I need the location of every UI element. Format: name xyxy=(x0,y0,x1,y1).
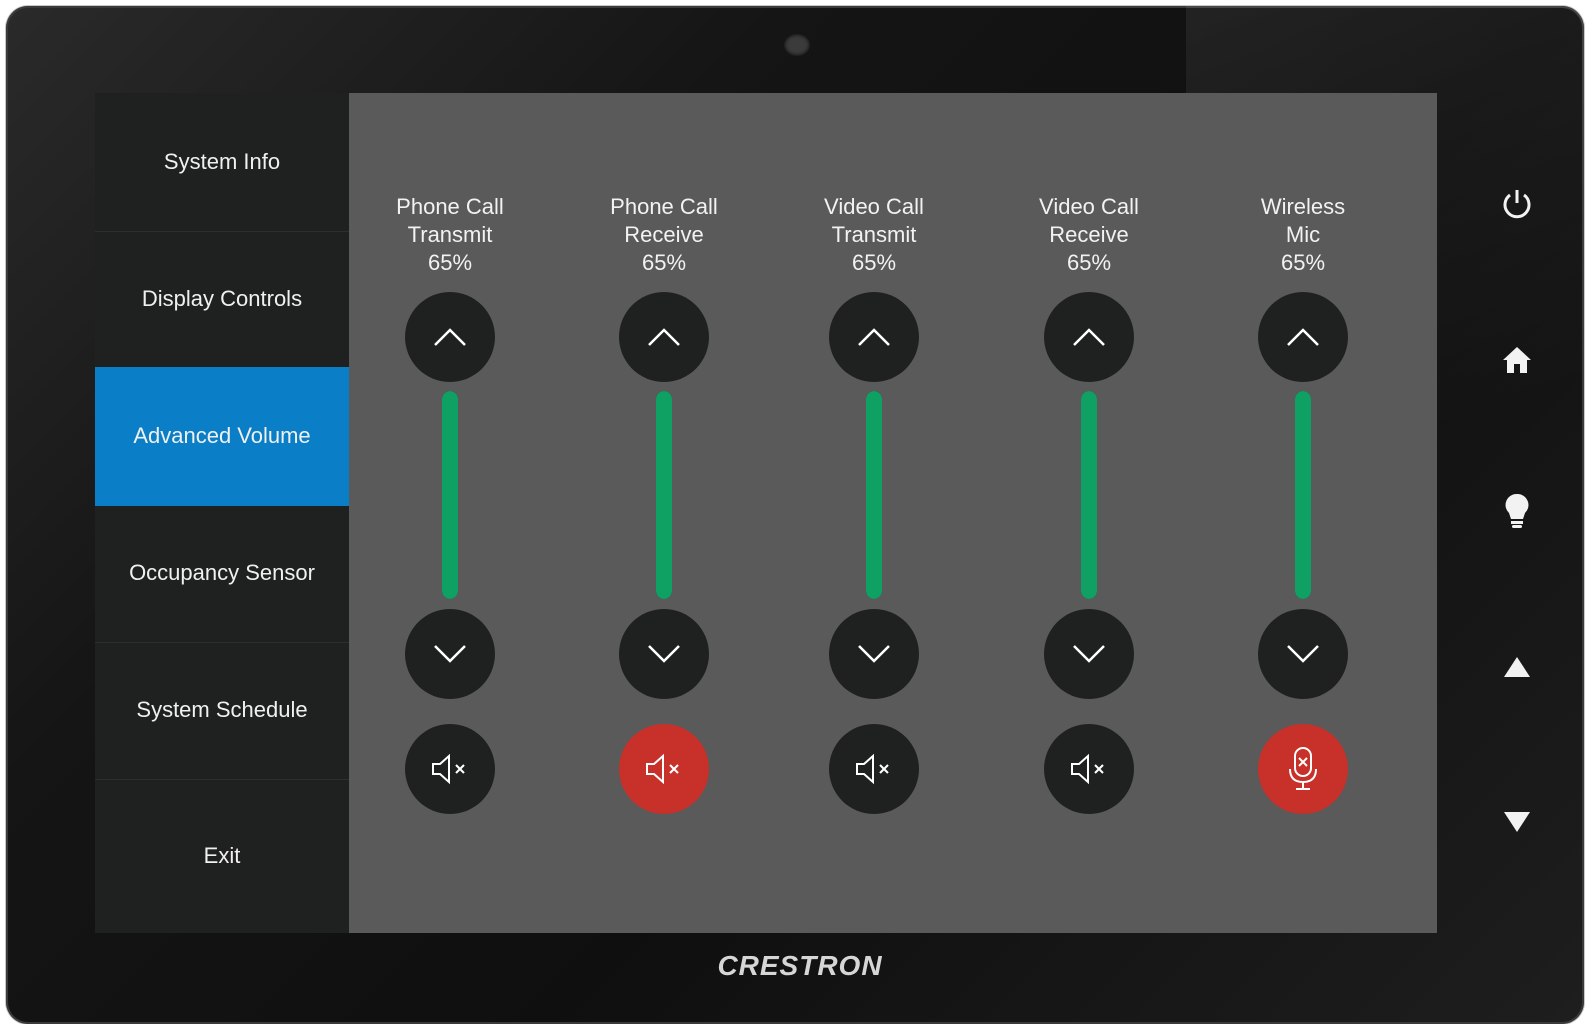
sidebar-nav: System Info Display Controls Advanced Vo… xyxy=(95,93,349,933)
volume-down-button[interactable] xyxy=(405,609,495,699)
chevron-up-icon xyxy=(1287,328,1319,346)
sidebar-item-label: Occupancy Sensor xyxy=(129,560,315,585)
home-icon xyxy=(1503,347,1531,373)
volume-level-bar[interactable] xyxy=(866,391,882,599)
camera-lens xyxy=(784,34,810,56)
speaker-mute-icon xyxy=(1071,753,1104,785)
volume-channel-phone-call-transmit: Phone Call Transmit 65% xyxy=(350,93,550,933)
volume-channel-phone-call-receive: Phone Call Receive 65% xyxy=(564,93,764,933)
mic-mute-button[interactable] xyxy=(1258,724,1348,814)
channel-name-line2: Receive xyxy=(1049,222,1129,247)
volume-channel-wireless-mic: Wireless Mic 65% xyxy=(1203,93,1403,933)
sidebar-item-label: Display Controls xyxy=(141,286,303,311)
channel-name-line2: Mic xyxy=(1285,222,1321,247)
lights-button[interactable] xyxy=(1495,490,1539,534)
mute-button[interactable] xyxy=(405,724,495,814)
volume-up-button[interactable] xyxy=(619,292,709,382)
home-button[interactable] xyxy=(1495,338,1539,382)
volume-level-bar[interactable] xyxy=(1081,391,1097,599)
channel-label: Phone Call Receive 65% xyxy=(564,193,764,277)
mute-button[interactable] xyxy=(829,724,919,814)
volume-channel-video-call-transmit: Video Call Transmit 65% xyxy=(774,93,974,933)
volume-down-button[interactable] xyxy=(829,609,919,699)
mic-mute-icon xyxy=(1289,747,1317,790)
power-icon xyxy=(1503,190,1531,219)
sidebar-item-label: Exit xyxy=(203,842,241,868)
speaker-mute-icon xyxy=(432,753,465,785)
sidebar-item-exit[interactable]: Exit xyxy=(95,778,349,933)
chevron-down-icon xyxy=(1073,645,1105,663)
volume-down-button[interactable] xyxy=(619,609,709,699)
channel-level-text: 65% xyxy=(1280,250,1326,275)
chevron-down-icon xyxy=(648,645,680,663)
volume-down-button[interactable] xyxy=(1258,609,1348,699)
channel-name-line1: Phone Call xyxy=(610,194,718,219)
channel-name-line1: Wireless xyxy=(1260,194,1346,219)
chevron-up-icon xyxy=(1073,328,1105,346)
sidebar-item-label: Advanced Volume xyxy=(133,423,311,448)
volume-level-fill xyxy=(656,391,672,599)
brand-logo: CRESTRON xyxy=(717,950,883,981)
lightbulb-icon xyxy=(1505,493,1529,528)
speaker-mute-icon xyxy=(646,753,679,785)
sidebar-item-label: System Info xyxy=(163,149,281,174)
channel-label: Video Call Transmit 65% xyxy=(774,193,974,277)
volume-level-bar[interactable] xyxy=(1295,391,1311,599)
chevron-down-icon xyxy=(1287,645,1319,663)
volume-up-button[interactable] xyxy=(405,292,495,382)
mute-button[interactable] xyxy=(1044,724,1134,814)
channel-label: Video Call Receive 65% xyxy=(989,193,1189,277)
volume-level-fill xyxy=(1295,391,1311,599)
channel-name-line1: Phone Call xyxy=(396,194,504,219)
sidebar-item-system-info[interactable]: System Info xyxy=(95,93,349,232)
chevron-up-icon xyxy=(434,328,466,346)
channel-level-text: 65% xyxy=(851,250,897,275)
chevron-up-icon xyxy=(648,328,680,346)
channel-name-line2: Transmit xyxy=(831,222,917,247)
volume-level-bar[interactable] xyxy=(656,391,672,599)
page-down-button[interactable] xyxy=(1495,800,1539,844)
chevron-down-icon xyxy=(434,645,466,663)
channel-level-text: 65% xyxy=(1066,250,1112,275)
volume-up-button[interactable] xyxy=(1044,292,1134,382)
arrow-up-icon xyxy=(1504,657,1530,677)
volume-up-button[interactable] xyxy=(829,292,919,382)
volume-channel-video-call-receive: Video Call Receive 65% xyxy=(989,93,1189,933)
volume-level-bar[interactable] xyxy=(442,391,458,599)
channel-name-line2: Transmit xyxy=(407,222,493,247)
volume-level-fill xyxy=(1081,391,1097,599)
chevron-up-icon xyxy=(858,328,890,346)
touch-screen: System Info Display Controls Advanced Vo… xyxy=(95,93,1437,933)
arrow-down-icon xyxy=(1504,812,1530,832)
sidebar-item-display-controls[interactable]: Display Controls xyxy=(95,230,349,369)
sidebar-item-system-schedule[interactable]: System Schedule xyxy=(95,641,349,780)
channel-label: Wireless Mic 65% xyxy=(1203,193,1403,277)
volume-up-button[interactable] xyxy=(1258,292,1348,382)
page-up-button[interactable] xyxy=(1495,645,1539,689)
speaker-mute-icon xyxy=(856,753,889,785)
channel-label: Phone Call Transmit 65% xyxy=(350,193,550,277)
volume-down-button[interactable] xyxy=(1044,609,1134,699)
sidebar-item-advanced-volume[interactable]: Advanced Volume xyxy=(95,367,349,506)
chevron-down-icon xyxy=(858,645,890,663)
power-button[interactable] xyxy=(1495,182,1539,226)
sidebar-item-occupancy-sensor[interactable]: Occupancy Sensor xyxy=(95,504,349,643)
channel-level-text: 65% xyxy=(427,250,473,275)
sidebar-item-label: System Schedule xyxy=(136,697,308,722)
channel-name-line1: Video Call xyxy=(1039,194,1139,219)
volume-level-fill xyxy=(866,391,882,599)
channel-level-text: 65% xyxy=(641,250,687,275)
channel-name-line2: Receive xyxy=(624,222,704,247)
volume-level-fill xyxy=(442,391,458,599)
mute-button[interactable] xyxy=(619,724,709,814)
channel-name-line1: Video Call xyxy=(824,194,924,219)
